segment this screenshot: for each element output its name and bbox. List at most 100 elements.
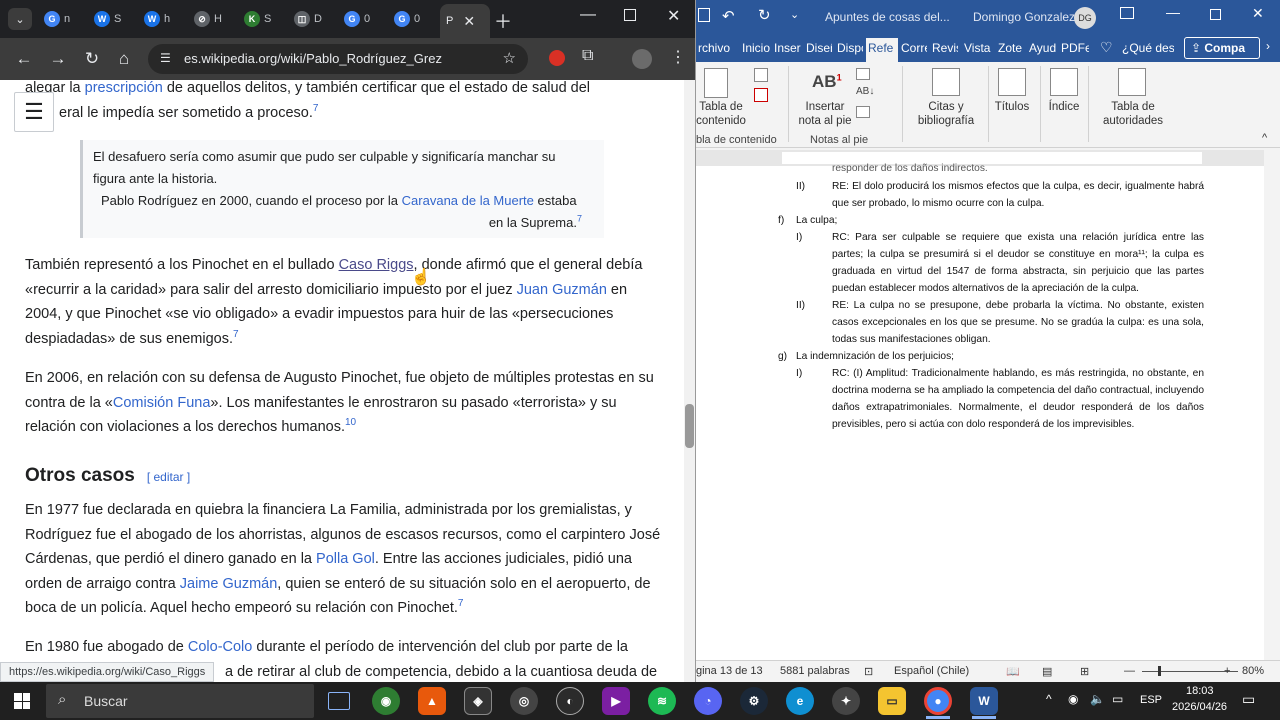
read-mode-icon[interactable]: 📖 xyxy=(1006,665,1020,678)
link-jaime-guzman[interactable]: Jaime Guzmán xyxy=(180,576,278,592)
close-window-button[interactable]: ✕ xyxy=(667,6,680,26)
insert-endnote-icon[interactable] xyxy=(856,68,870,80)
document-page[interactable]: responder de los daños indirectos. II) R… xyxy=(696,163,1264,660)
clock-date[interactable]: 2026/04/26 xyxy=(1172,701,1227,713)
taskbar-search[interactable]: ⌕ Buscar xyxy=(46,684,314,718)
undo-icon[interactable]: ↶ xyxy=(722,7,735,25)
table-of-contents-button[interactable]: Tabla de contenido xyxy=(696,100,748,128)
obs-icon[interactable]: ◐ xyxy=(556,687,584,715)
file-explorer-icon[interactable]: ▭ xyxy=(878,687,906,715)
maximize-button[interactable] xyxy=(624,9,636,21)
network-icon[interactable]: ▭ xyxy=(1112,692,1123,706)
resolve-icon[interactable]: ◈ xyxy=(464,687,492,715)
print-layout-icon[interactable]: ▤ xyxy=(1042,665,1052,678)
collapse-ribbon-icon[interactable]: ^ xyxy=(1262,132,1267,144)
link-colo-colo[interactable]: Colo-Colo xyxy=(188,639,252,655)
browser-tab[interactable]: KS xyxy=(238,6,284,32)
captions-button[interactable]: Títulos xyxy=(992,100,1032,114)
tab-archivo[interactable]: rchivo xyxy=(698,41,730,55)
ref-7[interactable]: 7 xyxy=(577,214,582,224)
citations-bibliography-button[interactable]: Citas y bibliografía xyxy=(908,100,984,128)
new-tab-button[interactable]: ＋ xyxy=(494,8,512,34)
home-button[interactable]: ⌂ xyxy=(112,47,136,71)
windows-start-icon[interactable] xyxy=(14,693,30,709)
link-caso-riggs[interactable]: Caso Riggs xyxy=(339,257,414,273)
lightbulb-icon[interactable]: ♡ xyxy=(1100,39,1113,56)
tab-vista[interactable]: Vista xyxy=(964,41,990,55)
link-prescripcion[interactable]: prescripción xyxy=(85,80,163,96)
steam-icon[interactable]: ⚙ xyxy=(740,687,768,715)
horizontal-ruler[interactable] xyxy=(696,150,1280,166)
update-table-icon[interactable] xyxy=(754,88,768,102)
ref-7[interactable]: 7 xyxy=(233,329,239,340)
table-of-authorities-icon[interactable] xyxy=(1118,68,1146,96)
captions-icon[interactable] xyxy=(998,68,1026,96)
brave-icon[interactable]: ▲ xyxy=(418,687,446,715)
table-of-contents-button[interactable]: ☰ xyxy=(14,92,54,132)
document-scrollbar[interactable] xyxy=(1264,148,1280,660)
language-indicator[interactable]: ESP xyxy=(1140,694,1162,706)
link-juan-guzman[interactable]: Juan Guzmán xyxy=(517,282,607,298)
tab-revisar[interactable]: Revis xyxy=(932,41,958,55)
spotify-icon[interactable]: ≋ xyxy=(648,687,676,715)
tab-ayuda[interactable]: Ayud xyxy=(1029,41,1057,55)
ref-10[interactable]: 10 xyxy=(345,417,356,428)
word-count[interactable]: 5881 palabras xyxy=(780,665,850,677)
tray-overflow-icon[interactable]: ^ xyxy=(1046,692,1052,706)
tab-pdfelement[interactable]: PDFe xyxy=(1061,41,1089,55)
qat-more-icon[interactable]: ⌄ xyxy=(790,8,799,21)
user-avatar[interactable]: DG xyxy=(1074,7,1096,29)
scrollbar-thumb[interactable] xyxy=(685,404,694,448)
reload-button[interactable]: ↻ xyxy=(80,47,104,71)
forward-button[interactable]: → xyxy=(46,47,70,71)
show-notes-icon[interactable] xyxy=(856,106,870,118)
tab-insertar[interactable]: Inser xyxy=(774,41,802,55)
edge-icon[interactable]: e xyxy=(786,687,814,715)
word-icon[interactable]: W xyxy=(970,687,998,715)
index-icon[interactable] xyxy=(1050,68,1078,96)
tab-correspondencia[interactable]: Corre xyxy=(901,41,927,55)
redo-icon[interactable]: ↻ xyxy=(758,6,771,24)
web-layout-icon[interactable]: ⊞ xyxy=(1080,665,1089,678)
user-name[interactable]: Domingo Gonzalez xyxy=(973,10,1075,24)
zoom-in-button[interactable]: + xyxy=(1224,665,1230,677)
back-button[interactable]: ← xyxy=(12,47,36,71)
browser-tab[interactable]: G0 xyxy=(338,6,384,32)
zoom-out-button[interactable]: — xyxy=(1124,665,1135,677)
language[interactable]: Español (Chile) xyxy=(894,665,969,677)
zoom-slider-thumb[interactable] xyxy=(1158,666,1161,676)
address-bar[interactable]: ☰ es.wikipedia.org/wiki/Pablo_Rodríguez_… xyxy=(148,44,528,74)
discord-icon[interactable]: ◔ xyxy=(694,687,722,715)
tab-referencias[interactable]: Refe xyxy=(866,38,898,62)
chrome-menu-icon[interactable]: ⋮ xyxy=(670,47,686,67)
minimize-button[interactable]: — xyxy=(1166,4,1180,20)
ref-7[interactable]: 7 xyxy=(458,598,464,609)
tray-app-icon[interactable]: ◉ xyxy=(1068,692,1078,706)
maximize-button[interactable] xyxy=(1210,9,1221,20)
citations-icon[interactable] xyxy=(932,68,960,96)
browser-tab[interactable]: Gn xyxy=(38,6,84,32)
page-scrollbar[interactable] xyxy=(684,80,695,682)
profile-avatar[interactable] xyxy=(632,49,652,69)
zoom-level[interactable]: 80% xyxy=(1242,665,1264,677)
table-of-authorities-button[interactable]: Tabla de autoridades xyxy=(1096,100,1170,128)
edit-section-link[interactable]: [ editar ] xyxy=(147,470,190,484)
extensions-puzzle-icon[interactable]: ⧉ xyxy=(582,47,593,65)
browser-tab[interactable]: ◫ D xyxy=(288,6,334,32)
minimize-button[interactable]: — xyxy=(580,6,596,24)
tab-inicio[interactable]: Inicio xyxy=(742,41,770,55)
tab-diseno[interactable]: Diseñ xyxy=(806,41,832,55)
tab-search-button[interactable]: ⌄ xyxy=(8,8,32,30)
chrome-icon[interactable]: ● xyxy=(924,687,952,715)
tab-zotero[interactable]: Zote xyxy=(998,41,1022,55)
tab-active[interactable]: P ✕ xyxy=(440,4,490,38)
index-button[interactable]: Índice xyxy=(1046,100,1082,114)
volume-icon[interactable]: 🔈 xyxy=(1090,692,1105,706)
bookmark-star-icon[interactable]: ☆ xyxy=(503,49,516,67)
site-info-icon[interactable]: ☰ xyxy=(160,51,174,65)
share-button[interactable]: ⇪ Compa xyxy=(1184,37,1260,59)
chrome-beta-icon[interactable]: ◉ xyxy=(372,687,400,715)
proofing-icon[interactable]: ⊡ xyxy=(864,665,873,678)
next-footnote-icon[interactable]: AB↓ xyxy=(856,86,874,97)
page-count[interactable]: gina 13 de 13 xyxy=(696,665,763,677)
